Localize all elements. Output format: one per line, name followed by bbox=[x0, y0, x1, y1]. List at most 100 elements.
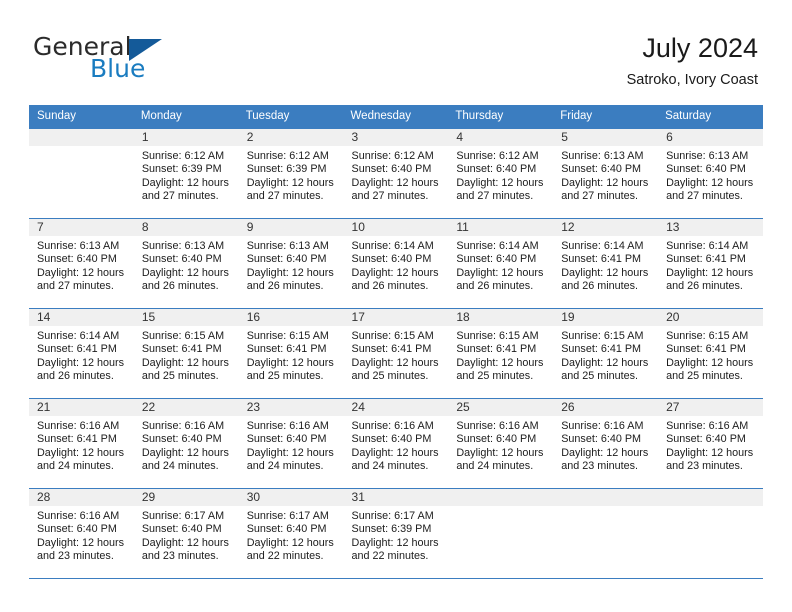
daylight-text: and 27 minutes. bbox=[351, 190, 429, 203]
calendar-week-row: 7 Sunrise: 6:13 AM Sunset: 6:40 PM Daylight… bbox=[29, 218, 763, 309]
daylight-text: and 26 minutes. bbox=[141, 280, 219, 293]
day-number bbox=[658, 489, 763, 506]
calendar-day-cell[interactable]: 21 Sunrise: 6:16 AM Sunset: 6:41 PM Dayligh… bbox=[29, 398, 134, 489]
daylight-text: Daylight: 12 hours bbox=[351, 356, 439, 369]
day-number: 20 bbox=[658, 309, 763, 326]
daylight-text: and 25 minutes. bbox=[141, 370, 219, 383]
calendar-day-cell[interactable]: 19 Sunrise: 6:15 AM Sunset: 6:41 PM Dayligh… bbox=[553, 308, 659, 399]
day-number: 2 bbox=[238, 129, 344, 146]
calendar-page: General Blue July 2024 Satroko, Ivory Co… bbox=[0, 0, 792, 612]
calendar-day-cell[interactable]: 30 Sunrise: 6:17 AM Sunset: 6:40 PM Dayligh… bbox=[238, 488, 344, 579]
sunset-text: Sunset: 6:40 PM bbox=[141, 523, 222, 536]
calendar-day-cell[interactable]: 6 Sunrise: 6:13 AM Sunset: 6:40 PM Daylight… bbox=[658, 128, 763, 219]
calendar-day-cell[interactable]: 9 Sunrise: 6:13 AM Sunset: 6:40 PM Daylight… bbox=[238, 218, 344, 309]
day-details: Sunrise: 6:15 AM Sunset: 6:41 PM Daylight:… bbox=[553, 326, 658, 384]
calendar-day-cell[interactable]: 13 Sunrise: 6:14 AM Sunset: 6:41 PM Dayligh… bbox=[658, 218, 763, 309]
sunrise-text: Sunrise: 6:15 AM bbox=[246, 330, 329, 342]
day-details: Sunrise: 6:12 AM Sunset: 6:40 PM Daylight:… bbox=[344, 146, 449, 204]
calendar-header-row: Sunday Monday Tuesday Wednesday Thursday Frid… bbox=[29, 105, 763, 129]
sunrise-text: Sunrise: 6:12 AM bbox=[456, 150, 539, 162]
daylight-text: Daylight: 12 hours bbox=[246, 536, 334, 549]
sunset-text: Sunset: 6:40 PM bbox=[246, 433, 327, 446]
day-details: Sunrise: 6:13 AM Sunset: 6:40 PM Daylight:… bbox=[553, 146, 658, 204]
daylight-text: Daylight: 12 hours bbox=[246, 356, 334, 369]
daylight-text: and 22 minutes. bbox=[351, 550, 429, 563]
calendar-day-cell[interactable]: 24 Sunrise: 6:16 AM Sunset: 6:40 PM Dayligh… bbox=[343, 398, 449, 489]
calendar-day-cell-empty bbox=[29, 128, 134, 219]
weekday-header-thursday: Thursday bbox=[448, 105, 554, 129]
daylight-text: and 24 minutes. bbox=[351, 460, 429, 473]
calendar-day-cell[interactable]: 4 Sunrise: 6:12 AM Sunset: 6:40 PM Daylight… bbox=[448, 128, 554, 219]
calendar-day-cell[interactable]: 14 Sunrise: 6:14 AM Sunset: 6:41 PM Dayligh… bbox=[29, 308, 134, 399]
day-details: Sunrise: 6:14 AM Sunset: 6:41 PM Daylight:… bbox=[553, 236, 658, 294]
day-number: 18 bbox=[448, 309, 554, 326]
calendar-day-cell[interactable]: 26 Sunrise: 6:16 AM Sunset: 6:40 PM Dayligh… bbox=[553, 398, 659, 489]
calendar-day-cell[interactable]: 17 Sunrise: 6:15 AM Sunset: 6:41 PM Dayligh… bbox=[343, 308, 449, 399]
day-number: 8 bbox=[133, 219, 239, 236]
sunset-text: Sunset: 6:40 PM bbox=[351, 433, 432, 446]
daylight-text: Daylight: 12 hours bbox=[456, 446, 544, 459]
day-number bbox=[553, 489, 659, 506]
calendar-day-cell[interactable]: 1 Sunrise: 6:12 AM Sunset: 6:39 PM Daylight… bbox=[133, 128, 239, 219]
sunrise-text: Sunrise: 6:13 AM bbox=[246, 240, 329, 252]
sunrise-text: Sunrise: 6:16 AM bbox=[246, 420, 329, 432]
calendar-week-row: 28 Sunrise: 6:16 AM Sunset: 6:40 PM Dayligh… bbox=[29, 488, 763, 579]
daylight-text: and 26 minutes. bbox=[456, 280, 534, 293]
calendar-day-cell[interactable]: 29 Sunrise: 6:17 AM Sunset: 6:40 PM Dayligh… bbox=[133, 488, 239, 579]
calendar-day-cell[interactable]: 18 Sunrise: 6:15 AM Sunset: 6:41 PM Dayligh… bbox=[448, 308, 554, 399]
daylight-text: and 26 minutes. bbox=[246, 280, 324, 293]
calendar-day-cell[interactable]: 23 Sunrise: 6:16 AM Sunset: 6:40 PM Dayligh… bbox=[238, 398, 344, 489]
day-number: 14 bbox=[29, 309, 134, 326]
day-number: 28 bbox=[29, 489, 134, 506]
calendar-day-cell[interactable]: 5 Sunrise: 6:13 AM Sunset: 6:40 PM Daylight… bbox=[553, 128, 659, 219]
sunrise-text: Sunrise: 6:17 AM bbox=[351, 510, 434, 522]
calendar-day-cell[interactable]: 22 Sunrise: 6:16 AM Sunset: 6:40 PM Dayligh… bbox=[133, 398, 239, 489]
day-number: 10 bbox=[343, 219, 449, 236]
day-number: 7 bbox=[29, 219, 134, 236]
calendar-day-cell[interactable]: 8 Sunrise: 6:13 AM Sunset: 6:40 PM Daylight… bbox=[133, 218, 239, 309]
daylight-text: and 25 minutes. bbox=[246, 370, 324, 383]
day-details: Sunrise: 6:16 AM Sunset: 6:41 PM Daylight:… bbox=[29, 416, 134, 474]
day-number: 17 bbox=[343, 309, 449, 326]
calendar-day-cell[interactable]: 7 Sunrise: 6:13 AM Sunset: 6:40 PM Daylight… bbox=[29, 218, 134, 309]
calendar-day-cell[interactable]: 25 Sunrise: 6:16 AM Sunset: 6:40 PM Dayligh… bbox=[448, 398, 554, 489]
sunset-text: Sunset: 6:41 PM bbox=[141, 343, 222, 356]
calendar-day-cell[interactable]: 11 Sunrise: 6:14 AM Sunset: 6:40 PM Dayligh… bbox=[448, 218, 554, 309]
daylight-text: and 23 minutes. bbox=[141, 550, 219, 563]
calendar-day-cell[interactable]: 27 Sunrise: 6:16 AM Sunset: 6:40 PM Dayligh… bbox=[658, 398, 763, 489]
daylight-text: Daylight: 12 hours bbox=[141, 266, 229, 279]
weekday-header-friday: Friday bbox=[553, 105, 659, 129]
daylight-text: Daylight: 12 hours bbox=[456, 176, 544, 189]
day-details: Sunrise: 6:13 AM Sunset: 6:40 PM Daylight:… bbox=[29, 236, 134, 294]
day-details: Sunrise: 6:15 AM Sunset: 6:41 PM Daylight:… bbox=[658, 326, 763, 384]
calendar-day-cell[interactable]: 28 Sunrise: 6:16 AM Sunset: 6:40 PM Dayligh… bbox=[29, 488, 134, 579]
daylight-text: Daylight: 12 hours bbox=[246, 446, 334, 459]
sunset-text: Sunset: 6:39 PM bbox=[351, 523, 432, 536]
calendar-body: 1 Sunrise: 6:12 AM Sunset: 6:39 PM Daylight… bbox=[29, 128, 763, 579]
sunset-text: Sunset: 6:40 PM bbox=[246, 253, 327, 266]
logo-word-blue: Blue bbox=[90, 54, 146, 83]
daylight-text: Daylight: 12 hours bbox=[561, 446, 649, 459]
calendar-day-cell[interactable]: 15 Sunrise: 6:15 AM Sunset: 6:41 PM Dayligh… bbox=[133, 308, 239, 399]
calendar-day-cell[interactable]: 31 Sunrise: 6:17 AM Sunset: 6:39 PM Dayligh… bbox=[343, 488, 449, 579]
calendar-day-cell[interactable]: 3 Sunrise: 6:12 AM Sunset: 6:40 PM Daylight… bbox=[343, 128, 449, 219]
sunset-text: Sunset: 6:39 PM bbox=[246, 163, 327, 176]
calendar-day-cell[interactable]: 16 Sunrise: 6:15 AM Sunset: 6:41 PM Dayligh… bbox=[238, 308, 344, 399]
day-number: 3 bbox=[343, 129, 449, 146]
calendar-day-cell[interactable]: 2 Sunrise: 6:12 AM Sunset: 6:39 PM Daylight… bbox=[238, 128, 344, 219]
day-details: Sunrise: 6:13 AM Sunset: 6:40 PM Daylight:… bbox=[134, 236, 239, 294]
title-block: July 2024 Satroko, Ivory Coast bbox=[627, 32, 758, 89]
calendar-day-cell[interactable]: 10 Sunrise: 6:14 AM Sunset: 6:40 PM Dayligh… bbox=[343, 218, 449, 309]
sunset-text: Sunset: 6:40 PM bbox=[561, 433, 642, 446]
daylight-text: and 25 minutes. bbox=[456, 370, 534, 383]
daylight-text: Daylight: 12 hours bbox=[351, 266, 439, 279]
sunset-text: Sunset: 6:41 PM bbox=[456, 343, 537, 356]
sunrise-text: Sunrise: 6:14 AM bbox=[37, 330, 120, 342]
general-blue-logo[interactable]: General Blue bbox=[33, 34, 213, 86]
calendar-day-cell[interactable]: 20 Sunrise: 6:15 AM Sunset: 6:41 PM Dayligh… bbox=[658, 308, 763, 399]
day-number bbox=[29, 129, 134, 146]
day-details: Sunrise: 6:14 AM Sunset: 6:41 PM Daylight:… bbox=[29, 326, 134, 384]
calendar-day-cell[interactable]: 12 Sunrise: 6:14 AM Sunset: 6:41 PM Dayligh… bbox=[553, 218, 659, 309]
daylight-text: Daylight: 12 hours bbox=[141, 446, 229, 459]
daylight-text: Daylight: 12 hours bbox=[561, 176, 649, 189]
